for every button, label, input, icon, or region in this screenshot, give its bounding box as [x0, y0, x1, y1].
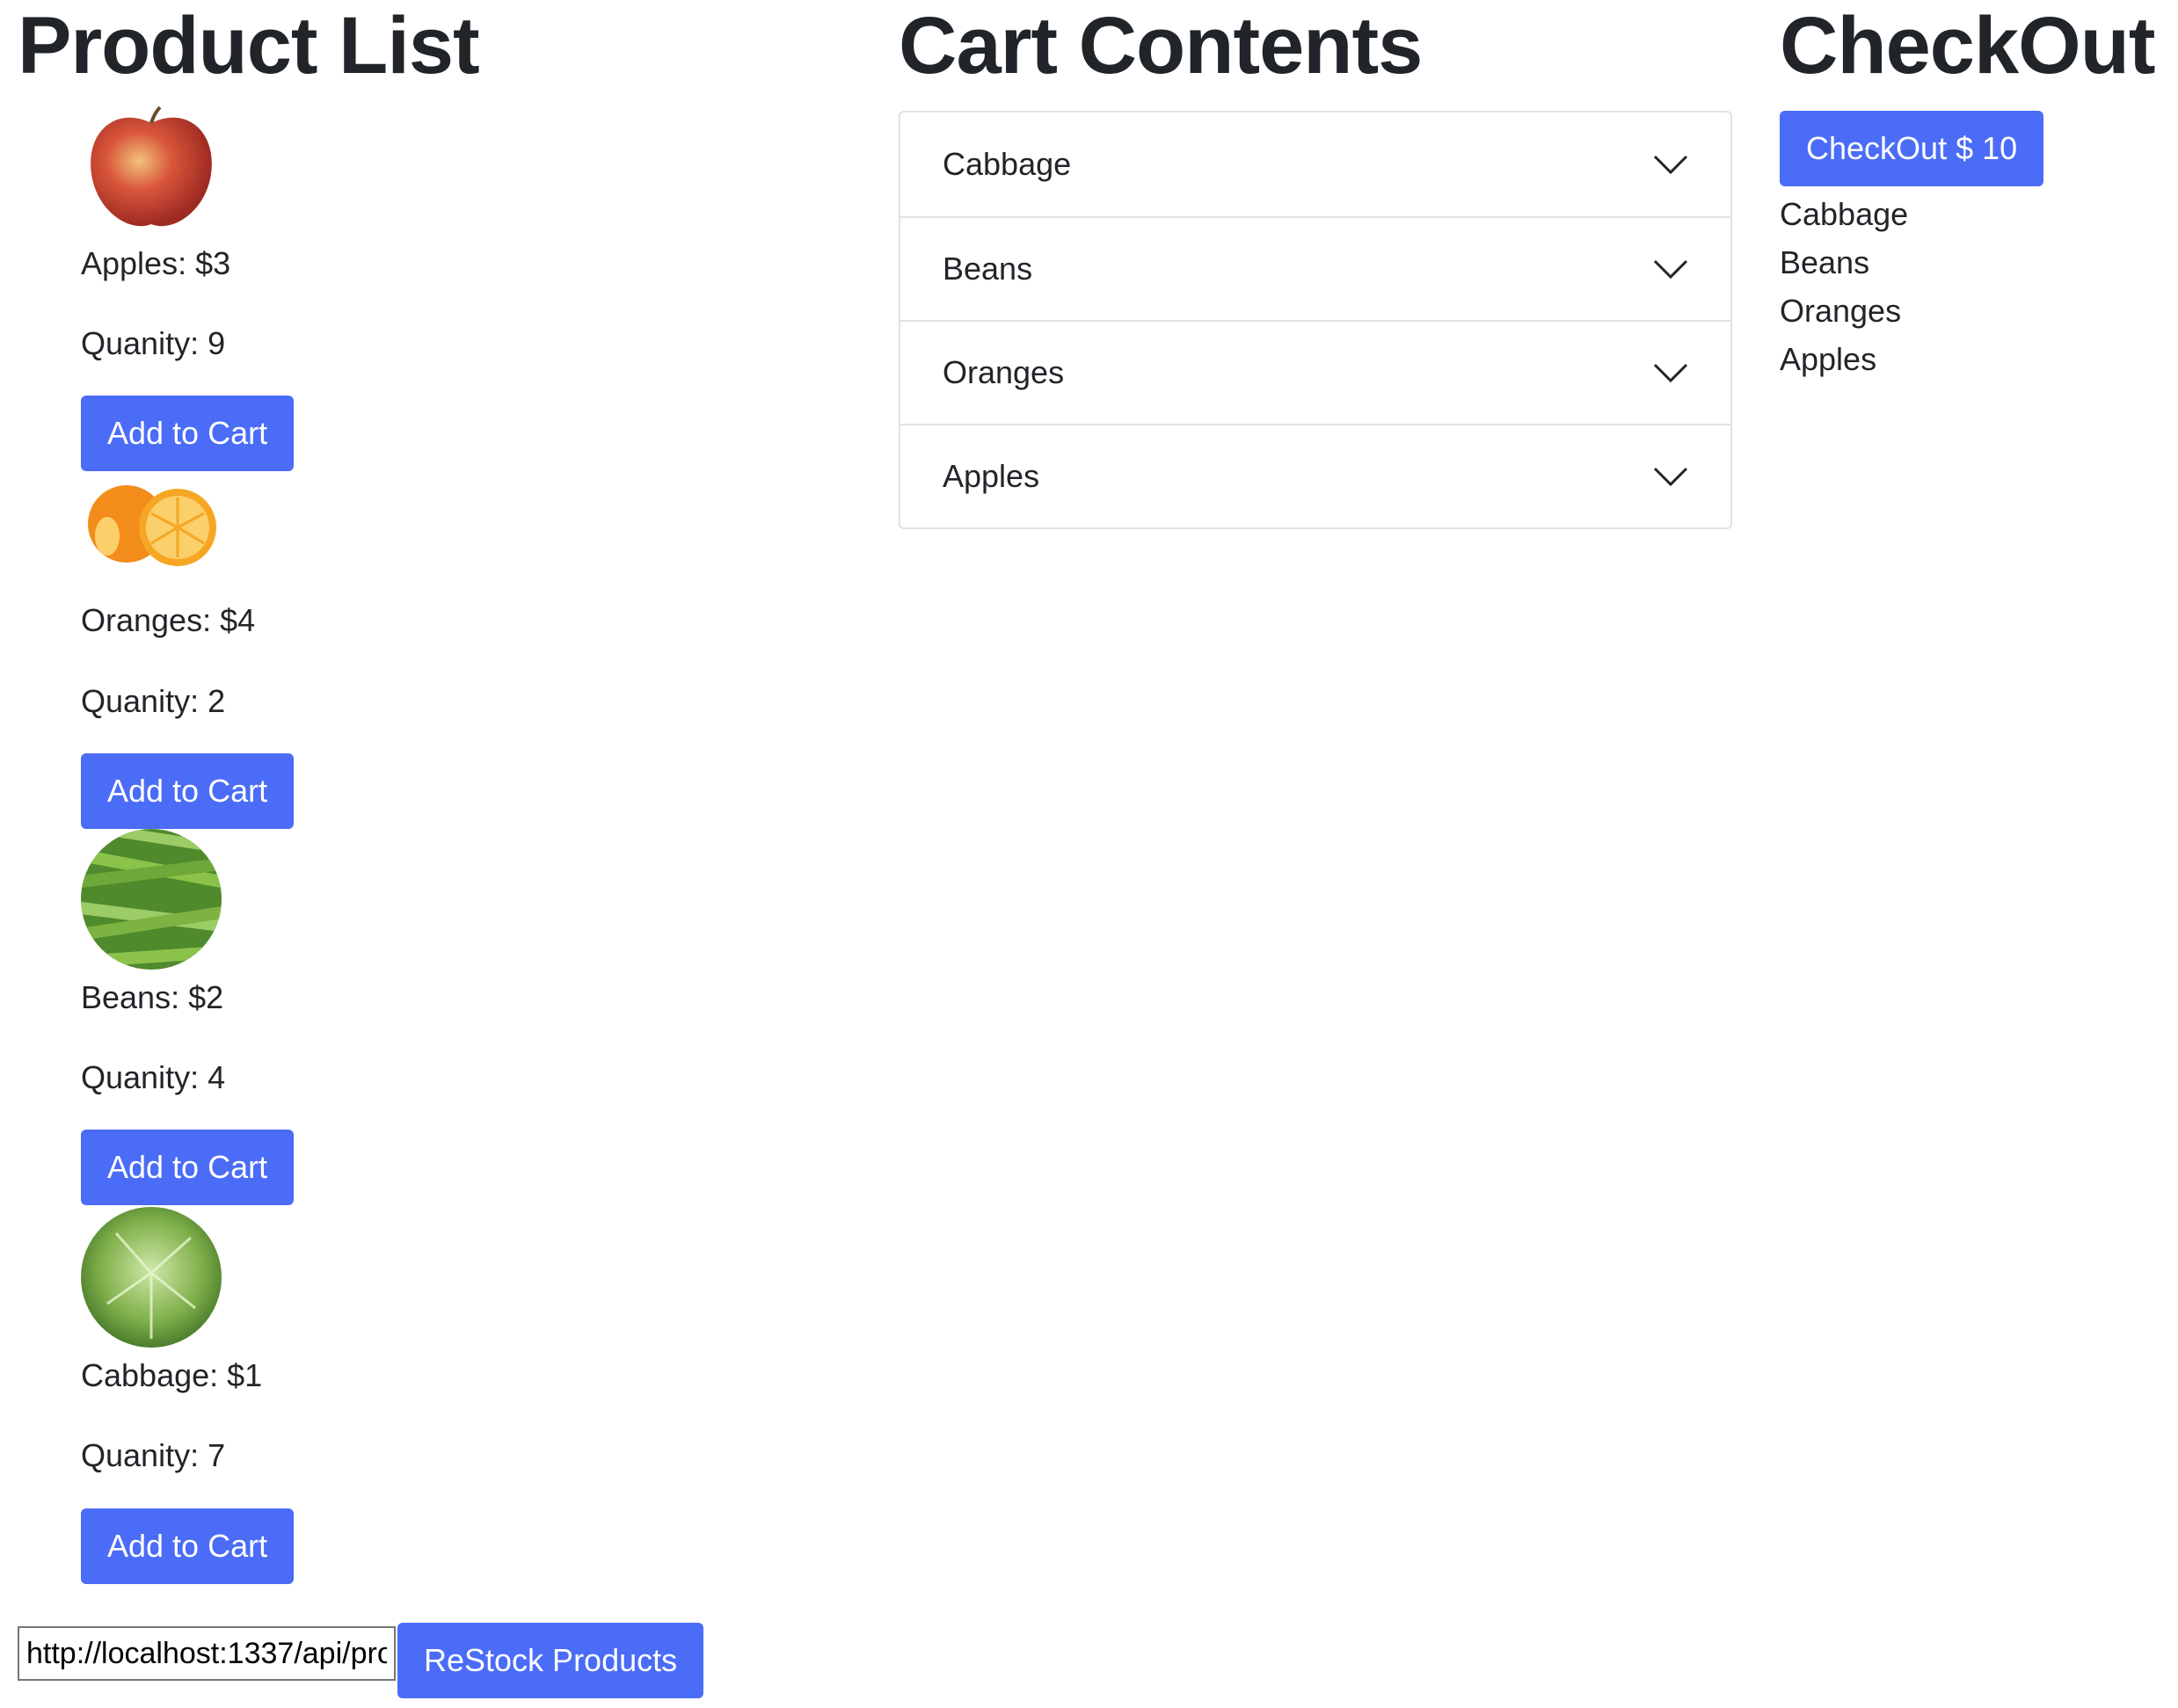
product-name-price: Apples: $3: [81, 245, 231, 281]
product-name-price: Oranges: $4: [81, 602, 256, 639]
checkout-item: Beans: [1780, 244, 1870, 280]
product-name-price: Cabbage: $1: [81, 1357, 263, 1394]
product-quantity: Quanity: 2: [81, 682, 226, 719]
add-to-cart-button[interactable]: Add to Cart: [81, 1130, 295, 1206]
product-item-apples: Apples: $3 Quanity: 9 Add to Cart: [81, 97, 345, 472]
accordion-item-cabbage[interactable]: Cabbage: [900, 113, 1730, 216]
cart-contents-title: Cart Contents: [899, 1, 1423, 91]
apple-image: [81, 97, 222, 237]
checkout-item-list: Cabbage Beans Oranges Apples: [1780, 190, 2167, 383]
chevron-down-icon: [1653, 467, 1688, 487]
checkout-item: Apples: [1780, 341, 1877, 377]
chevron-down-icon: [1653, 259, 1688, 280]
restock-products-button[interactable]: ReStock Products: [397, 1623, 704, 1698]
accordion-item-label: Cabbage: [943, 146, 1072, 182]
checkout-column: CheckOut CheckOut $ 10 Cabbage Beans Ora…: [1780, 0, 2167, 383]
product-quantity: Quanity: 9: [81, 325, 226, 362]
checkout-item: Cabbage: [1780, 196, 1909, 232]
product-list-column: Product List Apples: $3 Quanity: 9 Add t…: [18, 0, 879, 1584]
chevron-down-icon: [1653, 155, 1688, 175]
product-list-title: Product List: [18, 1, 480, 91]
cabbage-image: [81, 1207, 222, 1348]
checkout-item: Oranges: [1780, 293, 1902, 329]
add-to-cart-button[interactable]: Add to Cart: [81, 752, 295, 829]
cart-contents-column: Cart Contents Cabbage Beans Oranges Appl…: [899, 0, 1734, 529]
accordion-item-label: Beans: [943, 251, 1033, 287]
accordion-item-label: Oranges: [943, 354, 1065, 390]
product-name-price: Beans: $2: [81, 978, 224, 1015]
add-to-cart-button[interactable]: Add to Cart: [81, 1508, 295, 1584]
add-to-cart-button[interactable]: Add to Cart: [81, 396, 295, 472]
product-item-beans: Beans: $2 Quanity: 4 Add to Cart: [81, 828, 345, 1206]
chevron-down-icon: [1653, 363, 1688, 383]
beans-image: [81, 828, 222, 970]
product-item-cabbage: Cabbage: $1 Quanity: 7 Add to Cart: [81, 1207, 345, 1584]
orange-image: [81, 475, 222, 581]
checkout-button[interactable]: CheckOut $ 10: [1780, 111, 2044, 186]
cart-accordion: Cabbage Beans Oranges Apples: [899, 111, 1732, 529]
product-quantity: Quanity: 7: [81, 1437, 226, 1474]
restock-form: ReStock Products: [18, 1623, 704, 1698]
accordion-item-apples[interactable]: Apples: [900, 424, 1730, 527]
accordion-item-beans[interactable]: Beans: [900, 216, 1730, 320]
accordion-item-oranges[interactable]: Oranges: [900, 320, 1730, 424]
accordion-item-label: Apples: [943, 458, 1040, 494]
checkout-title: CheckOut: [1780, 1, 2156, 91]
restock-url-input[interactable]: [18, 1626, 396, 1681]
product-quantity: Quanity: 4: [81, 1058, 226, 1095]
product-item-oranges: Oranges: $4 Quanity: 2 Add to Cart: [81, 475, 345, 829]
